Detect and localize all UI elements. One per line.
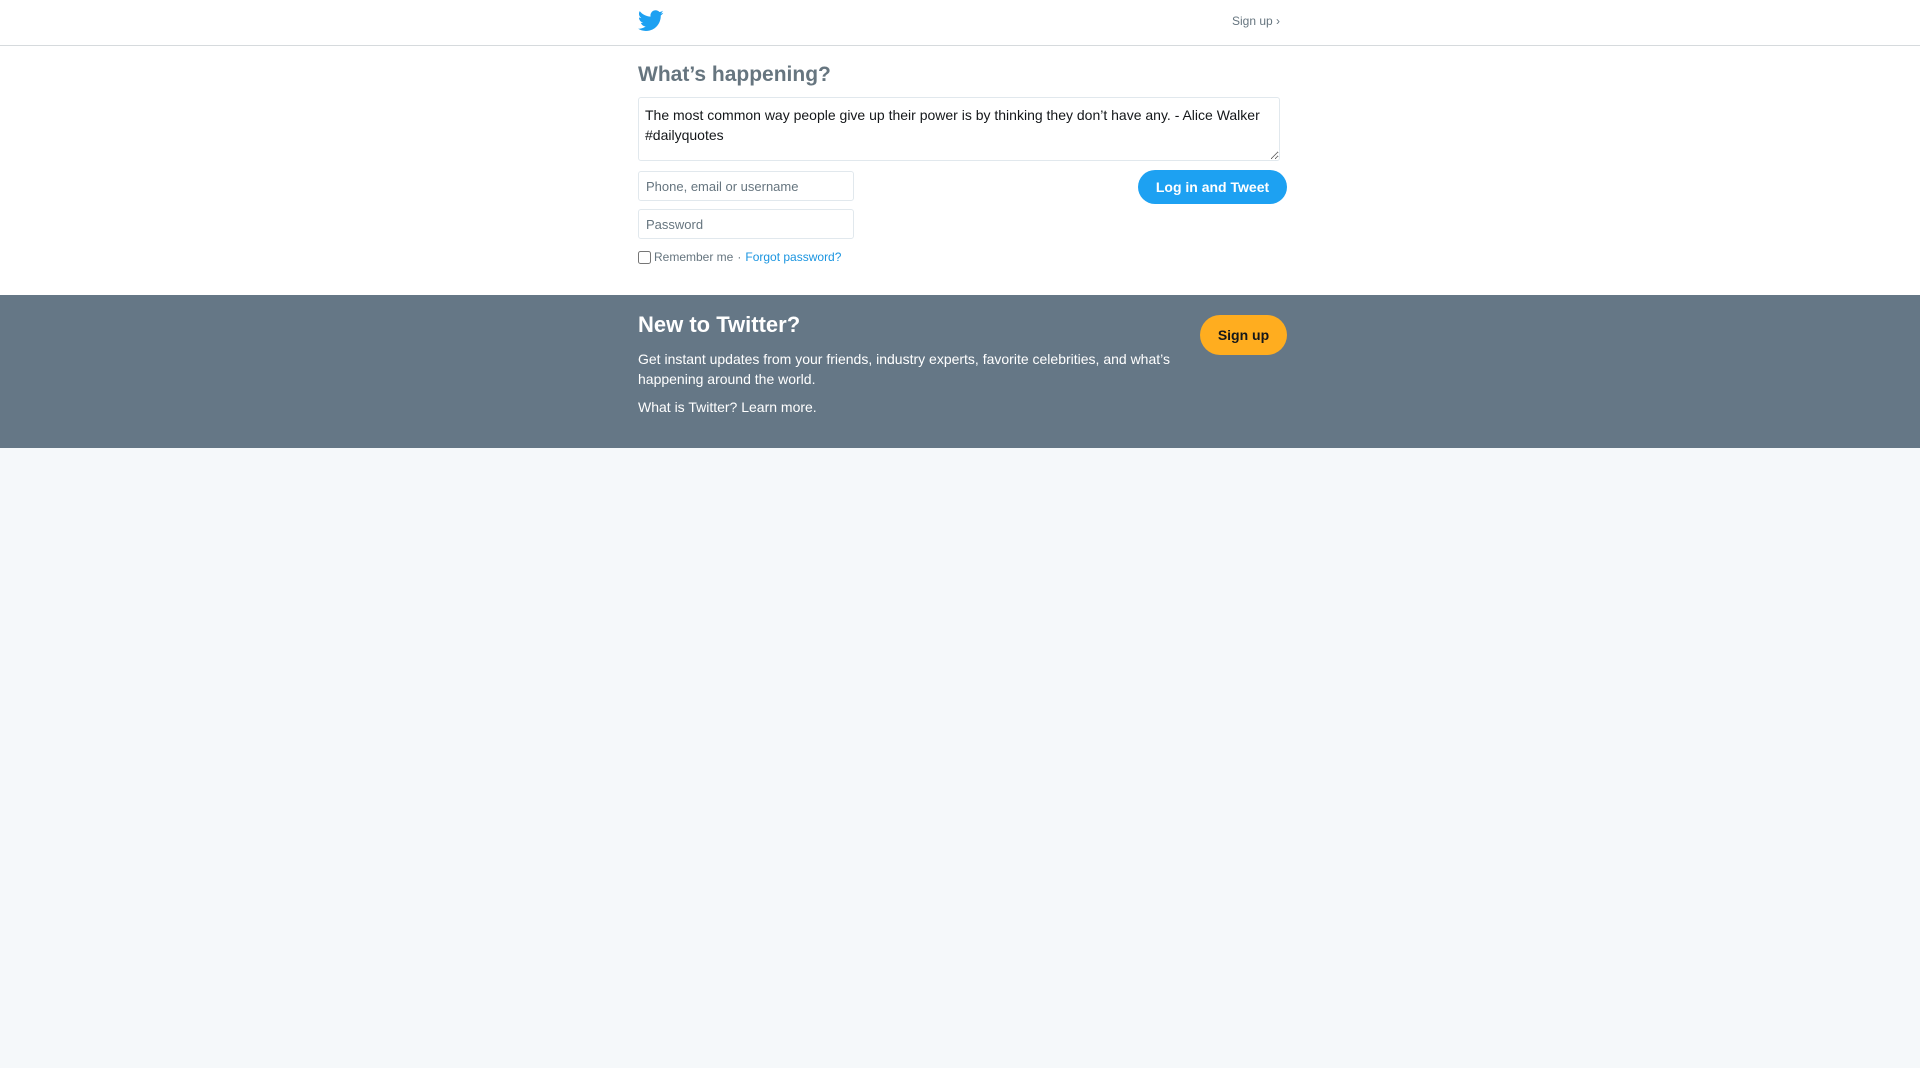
remember-me-label: Remember me [654,250,734,264]
remember-me-row: Remember me · Forgot password? [638,248,841,266]
banner-description: Get instant updates from your friends, i… [638,351,1170,387]
header-signup-link[interactable]: Sign up › [1232,14,1280,28]
tweet-textarea[interactable]: The most common way people give up their… [638,97,1280,161]
forgot-password-link[interactable]: Forgot password? [745,250,841,264]
top-navigation-bar: Sign up › [0,0,1920,46]
new-to-twitter-banner: New to Twitter? Get instant updates from… [0,295,1920,448]
signup-button[interactable]: Sign up [1200,315,1287,355]
compose-title: What’s happening? [638,63,831,86]
banner-title: New to Twitter? [638,312,801,337]
separator-dot: · [737,250,742,264]
username-input[interactable] [638,171,854,201]
twitter-bird-icon[interactable] [637,10,664,32]
tweet-compose-container: What’s happening? The most common way pe… [638,46,1288,295]
learn-more-link[interactable]: What is Twitter? Learn more. [638,399,817,415]
log-in-and-tweet-button[interactable]: Log in and Tweet [1138,170,1287,204]
top-navigation-container: Sign up › [637,0,1280,45]
tweet-compose-section: What’s happening? The most common way pe… [0,46,1920,295]
password-input[interactable] [638,209,854,239]
remember-me-checkbox[interactable] [638,250,651,264]
banner-container: New to Twitter? Get instant updates from… [638,295,1288,448]
